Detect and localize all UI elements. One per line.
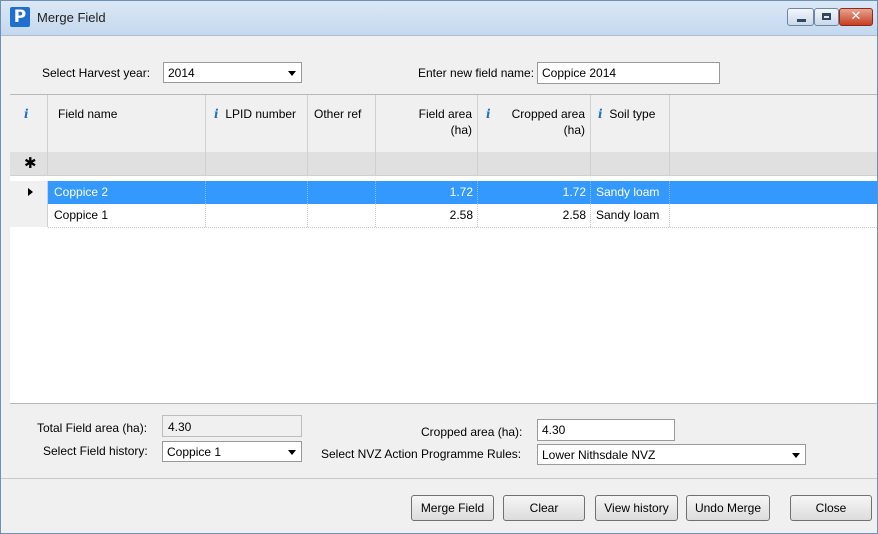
total-field-area-box: 4.30 <box>162 415 302 437</box>
new-row-icon: ✱ <box>24 154 37 172</box>
column-header-field-area[interactable]: Field area (ha) <box>376 95 478 152</box>
new-field-name-input-box[interactable] <box>537 62 720 84</box>
total-field-area-value: 4.30 <box>168 420 192 434</box>
cell-soil-type: Sandy loam <box>591 181 670 204</box>
clear-button[interactable]: Clear <box>503 495 585 521</box>
column-label: LPID number <box>225 107 297 121</box>
app-logo-icon: P <box>10 7 30 27</box>
minimize-icon <box>797 19 806 22</box>
table-row[interactable]: Coppice 1 2.58 2.58 Sandy loam <box>48 204 877 228</box>
info-icon: i <box>598 107 603 121</box>
new-row-cell <box>48 152 206 175</box>
column-label: Field name <box>58 107 118 121</box>
current-row-pointer-icon <box>28 188 33 196</box>
close-button-label: Close <box>815 501 847 515</box>
maximize-icon <box>822 13 831 20</box>
column-header-soil-type[interactable]: i Soil type <box>591 95 670 152</box>
minimize-button[interactable] <box>787 8 814 26</box>
cell-cropped-area: 2.58 <box>478 204 591 227</box>
cell-lpid <box>206 181 308 204</box>
column-header-lpid[interactable]: i LPID number <box>206 95 308 152</box>
column-label: Field area <box>418 107 472 121</box>
new-field-name-input[interactable] <box>538 63 719 83</box>
cell-soil-type: Sandy loam <box>591 204 670 227</box>
cropped-area-input[interactable] <box>538 420 674 440</box>
cell-cropped-area: 1.72 <box>478 181 591 204</box>
nvz-rules-label: Select NVZ Action Programme Rules: <box>321 447 522 461</box>
fields-grid: i Field name i LPID number Other ref Fie… <box>10 94 877 404</box>
cell-field-name: Coppice 2 <box>48 181 206 204</box>
view-history-button-label: View history <box>604 501 669 515</box>
cell-lpid <box>206 204 308 227</box>
column-label: Cropped area <box>511 107 585 121</box>
window-close-button[interactable]: ✕ <box>839 8 873 26</box>
new-row-header: ✱ <box>10 152 48 175</box>
cell-other-ref <box>308 181 376 204</box>
new-row[interactable]: ✱ <box>10 152 877 176</box>
footer-divider <box>1 478 877 479</box>
column-unit: (ha) <box>563 123 585 137</box>
cropped-area-label: Cropped area (ha): <box>421 425 523 439</box>
merge-field-button-label: Merge Field <box>420 501 485 515</box>
grid-header: i Field name i LPID number Other ref Fie… <box>10 95 877 153</box>
view-history-button[interactable]: View history <box>595 495 678 521</box>
harvest-year-label: Select Harvest year: <box>42 66 151 80</box>
field-history-value: Coppice 1 <box>167 445 222 459</box>
close-icon: ✕ <box>850 9 862 24</box>
cell-other-ref <box>308 204 376 227</box>
harvest-year-select[interactable]: 2014 <box>163 62 302 83</box>
harvest-year-value: 2014 <box>168 66 195 80</box>
cell-field-name: Coppice 1 <box>48 204 206 227</box>
title-bar[interactable]: P Merge Field ✕ <box>1 1 877 36</box>
field-history-select[interactable]: Coppice 1 <box>162 441 302 462</box>
info-icon: i <box>24 107 29 121</box>
undo-merge-button-label: Undo Merge <box>694 501 762 515</box>
merge-field-button[interactable]: Merge Field <box>411 495 494 521</box>
row-header[interactable] <box>10 204 48 227</box>
new-row-cell <box>478 152 591 175</box>
column-header-field-name[interactable]: Field name <box>48 95 206 152</box>
new-row-cell <box>591 152 670 175</box>
window-title: Merge Field <box>37 10 106 25</box>
clear-button-label: Clear <box>529 501 559 515</box>
nvz-rules-select[interactable]: Lower Nithsdale NVZ <box>537 444 806 465</box>
cell-field-area: 1.72 <box>376 181 478 204</box>
column-unit: (ha) <box>450 123 472 137</box>
field-history-label: Select Field history: <box>43 444 148 458</box>
table-row[interactable]: Coppice 2 1.72 1.72 Sandy loam <box>48 181 877 204</box>
cell-field-area: 2.58 <box>376 204 478 227</box>
cropped-area-input-box[interactable] <box>537 419 675 441</box>
new-field-name-label: Enter new field name: <box>418 66 535 80</box>
column-header-cropped-area[interactable]: i Cropped area (ha) <box>478 95 591 152</box>
maximize-button[interactable] <box>814 8 839 26</box>
new-row-cell <box>308 152 376 175</box>
column-header-other-ref[interactable]: Other ref <box>308 95 376 152</box>
new-row-cell <box>376 152 478 175</box>
nvz-rules-value: Lower Nithsdale NVZ <box>542 448 656 462</box>
dropdown-arrow-icon <box>288 450 296 455</box>
undo-merge-button[interactable]: Undo Merge <box>686 495 770 521</box>
column-header-info[interactable]: i <box>10 95 48 152</box>
close-button[interactable]: Close <box>790 495 872 521</box>
new-row-cell <box>206 152 308 175</box>
column-label: Other ref <box>314 107 362 121</box>
row-header-selected[interactable] <box>10 181 48 204</box>
info-icon: i <box>214 107 219 121</box>
merge-field-window: P Merge Field ✕ Select Harvest year: 201… <box>0 0 878 534</box>
dropdown-arrow-icon <box>288 71 296 76</box>
total-field-area-label: Total Field area (ha): <box>37 421 148 435</box>
column-label: Soil type <box>609 107 656 121</box>
dropdown-arrow-icon <box>792 453 800 458</box>
info-icon: i <box>486 107 491 121</box>
